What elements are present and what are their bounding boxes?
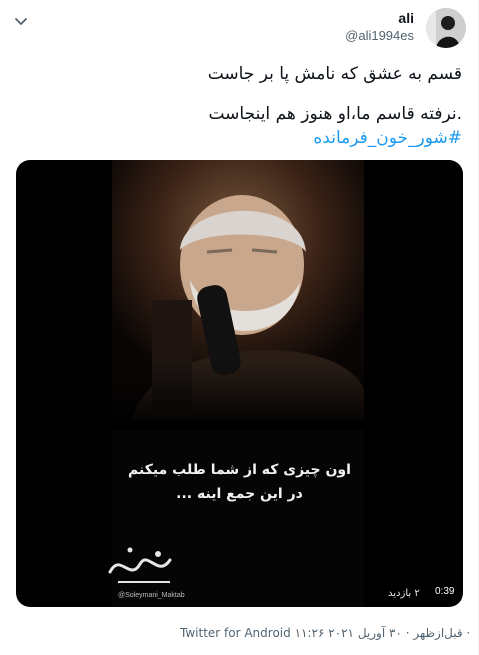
caption-line-2: در این جمع اینه ... bbox=[176, 486, 303, 502]
hashtag-link[interactable]: #شور_خون_فرمانده bbox=[313, 128, 462, 148]
tweet-line-1: قسم به عشق که نامش پا بر جاست bbox=[207, 64, 462, 84]
channel-watermark: @Soleymani_Maktab bbox=[118, 592, 185, 599]
user-handle[interactable]: @ali1994es bbox=[345, 28, 414, 43]
portrait-image bbox=[112, 160, 364, 430]
video-media[interactable]: اون چیزی که از شما طلب میکنم در این جمع … bbox=[16, 160, 463, 607]
video-duration: 0:39 bbox=[430, 584, 460, 599]
caption-line-1: اون چیزی که از شما طلب میکنم bbox=[128, 462, 351, 478]
tweet-timestamp[interactable]: ۱۱:۲۶ قبل‌ازظهر · ۳۰ آوریل ۲۰۲۱ · bbox=[295, 626, 471, 640]
tweet-text: قسم به عشق که نامش پا بر جاست .نرفته قاس… bbox=[18, 62, 462, 150]
maktab-logo bbox=[100, 542, 184, 592]
tweet-source[interactable]: Twitter for Android bbox=[180, 626, 291, 640]
avatar[interactable] bbox=[426, 8, 466, 48]
view-count: ۲ بازدید bbox=[388, 588, 420, 599]
video-frame bbox=[112, 160, 364, 607]
display-name[interactable]: ali bbox=[398, 10, 414, 26]
tweet-menu-icon[interactable] bbox=[12, 12, 30, 30]
tweet-meta: Twitter for Android ۱۱:۲۶ قبل‌ازظهر · ۳۰… bbox=[180, 626, 470, 640]
tweet-line-2: .نرفته قاسم ما،او هنوز هم اینجاست bbox=[208, 104, 462, 124]
tweet-card: ali @ali1994es قسم به عشق که نامش پا بر … bbox=[0, 0, 479, 655]
video-caption: اون چیزی که از شما طلب میکنم در این جمع … bbox=[16, 458, 463, 506]
